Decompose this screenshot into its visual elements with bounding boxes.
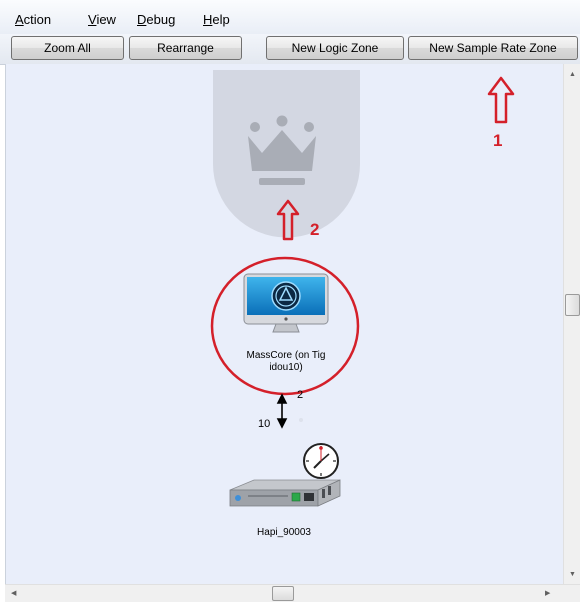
vertical-scroll-thumb[interactable] — [565, 294, 580, 316]
masscore-label: MassCore (on Tig idou10) — [216, 350, 356, 374]
annotation-arrow-2-icon — [276, 199, 300, 241]
scroll-left-icon[interactable]: ◀ — [11, 589, 16, 599]
menu-view-text: iew — [96, 12, 116, 27]
hapi-label: Hapi_90003 — [257, 527, 311, 538]
connection-count-down: 10 — [258, 418, 271, 430]
menu-help-mnemonic: H — [203, 12, 213, 27]
monitor-icon — [243, 273, 329, 333]
connection-dot — [299, 418, 303, 422]
scroll-up-icon[interactable]: ▲ — [569, 70, 576, 80]
masscore-label-line1: MassCore (on Tig — [246, 350, 326, 361]
menu-help[interactable]: Help — [203, 12, 230, 28]
scroll-down-icon[interactable]: ▼ — [569, 570, 576, 580]
menu-debug[interactable]: Debug — [137, 12, 175, 28]
menu-debug-mnemonic: D — [137, 12, 147, 27]
clock-icon — [303, 443, 339, 479]
zoom-all-button[interactable]: Zoom All — [11, 36, 124, 60]
rearrange-button[interactable]: Rearrange — [129, 36, 242, 60]
menu-help-text: elp — [212, 12, 230, 27]
scroll-right-icon[interactable]: ▶ — [545, 589, 550, 599]
new-logic-zone-button[interactable]: New Logic Zone — [266, 36, 404, 60]
vertical-scrollbar[interactable]: ▲ ▼ — [563, 64, 580, 585]
new-sample-rate-zone-button[interactable]: New Sample Rate Zone — [408, 36, 578, 60]
network-canvas[interactable]: 1 2 MassCore (on Tig idou10) 2 10 Hapi_9… — [5, 64, 564, 584]
menu-action-mnemonic: A — [15, 12, 24, 27]
masscore-label-line2: idou10) — [269, 362, 303, 373]
menu-action[interactable]: Action — [15, 12, 51, 28]
annotation-arrow-1-icon — [487, 76, 515, 124]
menu-view[interactable]: View — [88, 12, 116, 28]
menu-bar: Action View Debug Help — [0, 0, 580, 34]
toolbar: Zoom All Rearrange New Logic Zone New Sa… — [0, 34, 580, 65]
menu-debug-text: ebug — [146, 12, 176, 27]
annotation-label-1: 1 — [493, 131, 503, 150]
menu-action-text: ction — [23, 12, 52, 27]
horizontal-scrollbar[interactable]: ◀ ▶ — [5, 584, 580, 602]
horizontal-scroll-thumb[interactable] — [272, 586, 294, 601]
connection-arrows — [276, 393, 288, 429]
masscore-node[interactable] — [242, 272, 332, 336]
hapi-device-icon[interactable] — [224, 476, 344, 526]
annotation-label-2: 2 — [310, 220, 320, 239]
connection-count-up: 2 — [297, 389, 304, 401]
